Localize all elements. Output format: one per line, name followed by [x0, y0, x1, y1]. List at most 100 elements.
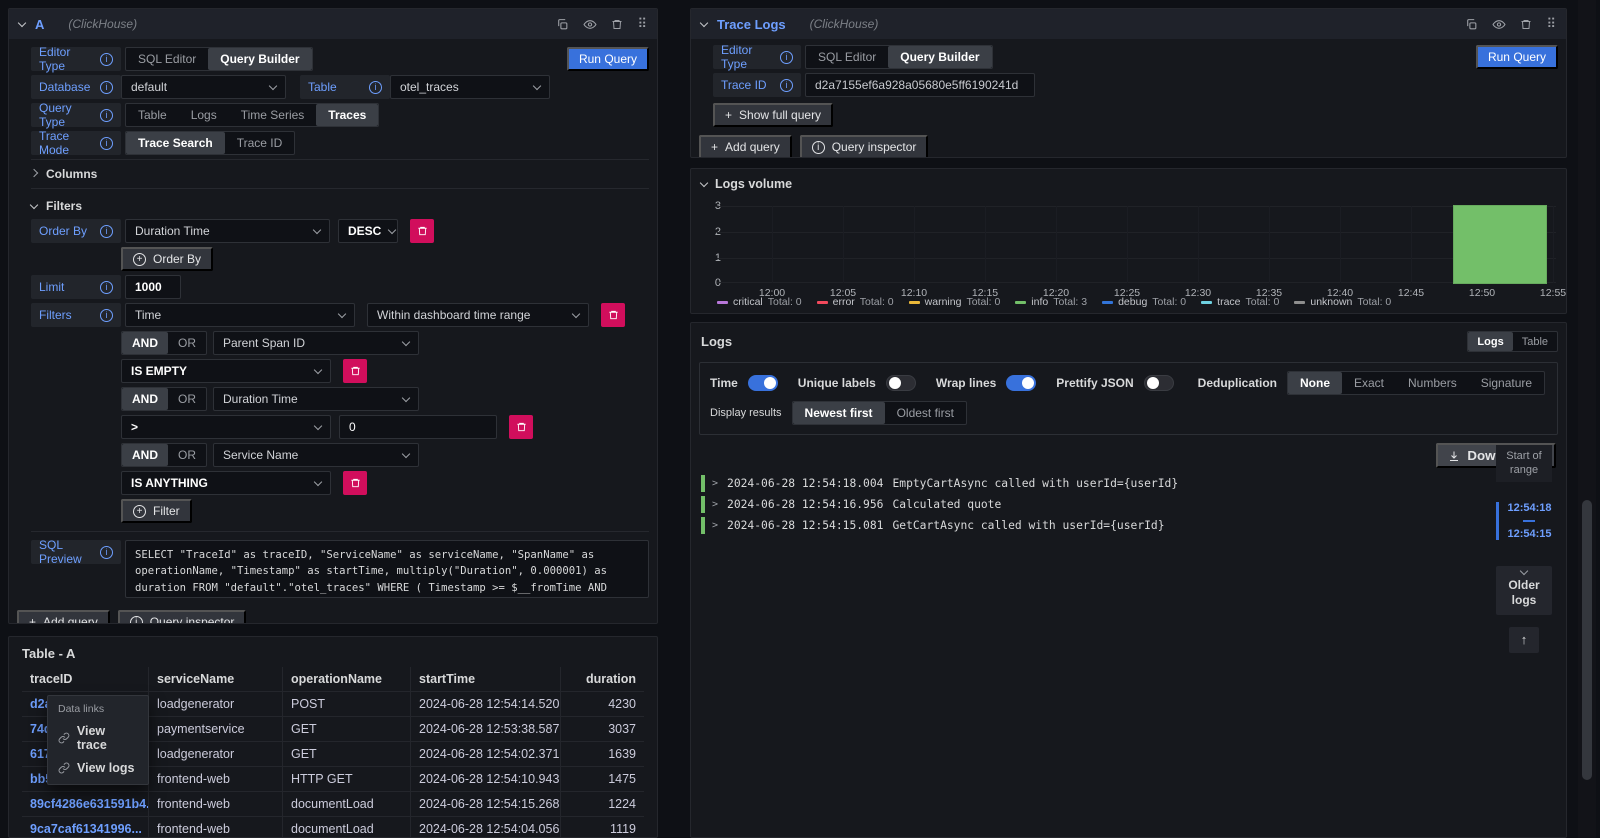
hide-query-eye-icon[interactable]	[1492, 18, 1506, 31]
filter3-field-select[interactable]: Service Name	[213, 443, 419, 467]
dedup-signature[interactable]: Signature	[1469, 372, 1544, 394]
delete-query-icon[interactable]	[611, 18, 623, 31]
add-filter-button[interactable]: +Filter	[121, 499, 192, 523]
expand-log-chevron-icon[interactable]: >	[712, 478, 718, 489]
hide-query-eye-icon[interactable]	[583, 18, 597, 31]
show-full-query-button[interactable]: +Show full query	[713, 103, 833, 127]
trace-id-input[interactable]: d2a7155ef6a928a05680e5ff6190241d	[805, 73, 1035, 97]
filters-section-toggle[interactable]: Filters	[31, 193, 649, 219]
filter-time-field-select[interactable]: Time	[125, 303, 355, 327]
remove-filter-button[interactable]	[601, 303, 625, 327]
filter1-field-select[interactable]: Parent Span ID	[213, 331, 419, 355]
filter2-value-input[interactable]: 0	[339, 415, 497, 439]
query-type-logs[interactable]: Logs	[179, 104, 229, 126]
legend-item-debug[interactable]: debugTotal: 0	[1102, 296, 1186, 308]
view-trace-link[interactable]: View trace	[58, 724, 138, 752]
editor-type-query-builder[interactable]: Query Builder	[208, 48, 311, 70]
info-icon[interactable]: i	[100, 225, 113, 238]
database-select[interactable]: default	[121, 75, 286, 99]
info-icon[interactable]: i	[100, 137, 113, 150]
expand-log-chevron-icon[interactable]: >	[712, 520, 718, 531]
add-order-by-button[interactable]: +Order By	[121, 247, 213, 271]
log-line[interactable]: > 2024-06-28 12:54:18.004 EmptyCartAsync…	[701, 475, 1500, 492]
prettify-json-toggle[interactable]	[1144, 375, 1174, 391]
view-logs-option[interactable]: Logs	[1468, 332, 1512, 351]
dedup-none[interactable]: None	[1288, 372, 1342, 394]
bool-or[interactable]: OR	[168, 444, 206, 466]
info-icon[interactable]: i	[100, 309, 113, 322]
oldest-first-option[interactable]: Oldest first	[885, 402, 966, 424]
legend-item-trace[interactable]: traceTotal: 0	[1201, 296, 1279, 308]
legend-item-critical[interactable]: criticalTotal: 0	[717, 296, 802, 308]
add-query-button[interactable]: +Add query	[699, 135, 792, 158]
info-icon[interactable]: i	[100, 546, 113, 559]
info-icon[interactable]: i	[369, 81, 382, 94]
query-ref-title[interactable]: A	[35, 17, 44, 32]
query-type-time-series[interactable]: Time Series	[229, 104, 317, 126]
col-header-starttime[interactable]: startTime	[411, 667, 561, 691]
dedup-numbers[interactable]: Numbers	[1396, 372, 1469, 394]
add-query-button[interactable]: +Add query	[17, 610, 110, 624]
trace-mode-trace-id[interactable]: Trace ID	[225, 132, 295, 154]
info-icon[interactable]: i	[100, 109, 113, 122]
info-logs-bar[interactable]	[1454, 206, 1546, 283]
legend-item-unknown[interactable]: unknownTotal: 0	[1294, 296, 1391, 308]
editor-type-sql-editor[interactable]: SQL Editor	[806, 46, 888, 68]
trace-mode-trace-search[interactable]: Trace Search	[126, 132, 225, 154]
trace-id-link[interactable]: 9ca7caf61341996...	[22, 817, 149, 838]
run-query-button[interactable]: Run Query	[1476, 45, 1558, 69]
wrap-lines-toggle[interactable]	[1006, 375, 1036, 391]
editor-type-query-builder[interactable]: Query Builder	[888, 46, 991, 68]
bool-and[interactable]: AND	[122, 444, 168, 466]
visible-range-indicator[interactable]: 12:54:18 12:54:15	[1496, 502, 1551, 540]
filter1-operator-select[interactable]: IS EMPTY	[121, 359, 331, 383]
bool-and[interactable]: AND	[122, 388, 168, 410]
remove-filter1-button[interactable]	[343, 359, 367, 383]
duplicate-query-icon[interactable]	[556, 18, 569, 31]
legend-item-error[interactable]: errorTotal: 0	[817, 296, 894, 308]
query-type-table[interactable]: Table	[126, 104, 179, 126]
columns-section-toggle[interactable]: Columns	[31, 159, 649, 189]
duplicate-query-icon[interactable]	[1465, 18, 1478, 31]
drag-handle-icon[interactable]: ⠿	[1546, 16, 1556, 32]
col-header-duration[interactable]: duration	[561, 667, 644, 691]
dedup-exact[interactable]: Exact	[1342, 372, 1396, 394]
filter2-field-select[interactable]: Duration Time	[213, 387, 419, 411]
query-type-traces[interactable]: Traces	[316, 104, 378, 126]
drag-handle-icon[interactable]: ⠿	[637, 16, 647, 32]
limit-input[interactable]: 1000	[125, 275, 181, 299]
time-toggle[interactable]	[748, 375, 778, 391]
query-inspector-button[interactable]: iQuery inspector	[800, 135, 929, 158]
filter2-operator-select[interactable]: >	[121, 415, 331, 439]
log-line[interactable]: > 2024-06-28 12:54:15.081 GetCartAsync c…	[701, 517, 1500, 534]
log-line[interactable]: > 2024-06-28 12:54:16.956 Calculated quo…	[701, 496, 1500, 513]
unique-labels-toggle[interactable]	[886, 375, 916, 391]
order-by-field-select[interactable]: Duration Time	[125, 219, 330, 243]
info-icon[interactable]: i	[100, 81, 113, 94]
page-scrollbar-thumb[interactable]	[1582, 500, 1592, 780]
bool-or[interactable]: OR	[168, 332, 206, 354]
logs-volume-header[interactable]: Logs volume	[691, 169, 1566, 191]
table-select[interactable]: otel_traces	[390, 75, 550, 99]
info-icon[interactable]: i	[780, 79, 793, 92]
col-header-operationname[interactable]: operationName	[283, 667, 411, 691]
info-icon[interactable]: i	[780, 51, 793, 64]
scroll-to-top-button[interactable]: ↑	[1509, 627, 1539, 653]
col-header-traceid[interactable]: traceID	[22, 667, 149, 691]
filter-time-value-select[interactable]: Within dashboard time range	[367, 303, 589, 327]
query-inspector-button[interactable]: iQuery inspector	[118, 610, 247, 624]
collapse-chevron-icon[interactable]	[700, 18, 708, 26]
legend-item-warning[interactable]: warningTotal: 0	[909, 296, 1001, 308]
remove-order-by-button[interactable]	[410, 219, 434, 243]
legend-item-info[interactable]: infoTotal: 3	[1015, 296, 1087, 308]
remove-filter2-button[interactable]	[509, 415, 533, 439]
order-by-direction-select[interactable]: DESC	[338, 219, 398, 243]
editor-type-sql-editor[interactable]: SQL Editor	[126, 48, 208, 70]
delete-query-icon[interactable]	[1520, 18, 1532, 31]
filter3-operator-select[interactable]: IS ANYTHING	[121, 471, 331, 495]
remove-filter3-button[interactable]	[343, 471, 367, 495]
run-query-button[interactable]: Run Query	[567, 47, 649, 71]
bool-and[interactable]: AND	[122, 332, 168, 354]
expand-log-chevron-icon[interactable]: >	[712, 499, 718, 510]
older-logs-button[interactable]: Older logs	[1496, 566, 1552, 615]
